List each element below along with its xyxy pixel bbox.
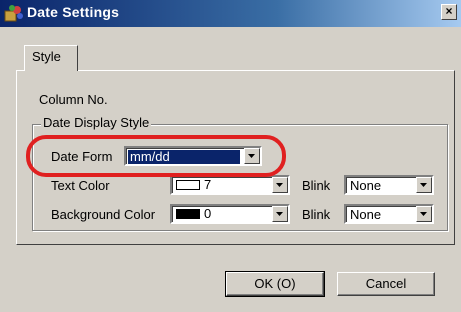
text-blink-select[interactable]: None [344,175,434,195]
cancel-button[interactable]: Cancel [337,272,435,296]
chevron-down-icon [420,212,427,216]
text-blink-label: Blink [302,178,331,193]
chevron-down-icon [420,183,427,187]
background-blink-value: None [350,207,382,222]
background-blink-dropdown-button[interactable] [416,206,432,222]
background-color-dropdown-button[interactable] [272,206,288,222]
text-blink-value: None [350,178,382,193]
date-form-dropdown-button[interactable] [244,148,260,164]
background-color-label: Background Color [51,207,156,222]
chevron-down-icon [276,183,283,187]
chevron-down-icon [248,154,255,158]
app-icon [4,5,23,22]
close-button[interactable]: × [441,4,457,20]
background-color-swatch [176,209,200,219]
date-form-value: mm/dd [128,150,240,164]
background-blink-select[interactable]: None [344,204,434,224]
date-form-label: Date Form [51,149,113,164]
text-color-value: 7 [204,177,212,192]
column-no-label: Column No. [39,92,108,107]
title-bar[interactable]: Date Settings × [0,0,461,27]
ok-button-label: OK (O) [254,276,296,291]
background-blink-label: Blink [302,207,331,222]
ok-button[interactable]: OK (O) [225,271,325,297]
window-title: Date Settings [27,4,120,20]
background-color-value: 0 [204,206,212,221]
tab-style[interactable]: Style [24,45,78,71]
tab-style-label: Style [32,49,61,64]
group-title: Date Display Style [41,115,152,130]
close-icon: × [445,4,453,18]
text-blink-dropdown-button[interactable] [416,177,432,193]
date-form-select[interactable]: mm/dd [124,146,262,166]
background-color-select[interactable]: 0 [170,204,290,224]
date-settings-dialog: Date Settings × Style Column No. Date Di… [0,0,461,312]
text-color-select[interactable]: 7 [170,175,290,195]
text-color-swatch [176,180,200,190]
text-color-dropdown-button[interactable] [272,177,288,193]
cancel-button-label: Cancel [365,276,407,291]
chevron-down-icon [276,212,283,216]
text-color-label: Text Color [51,178,110,193]
